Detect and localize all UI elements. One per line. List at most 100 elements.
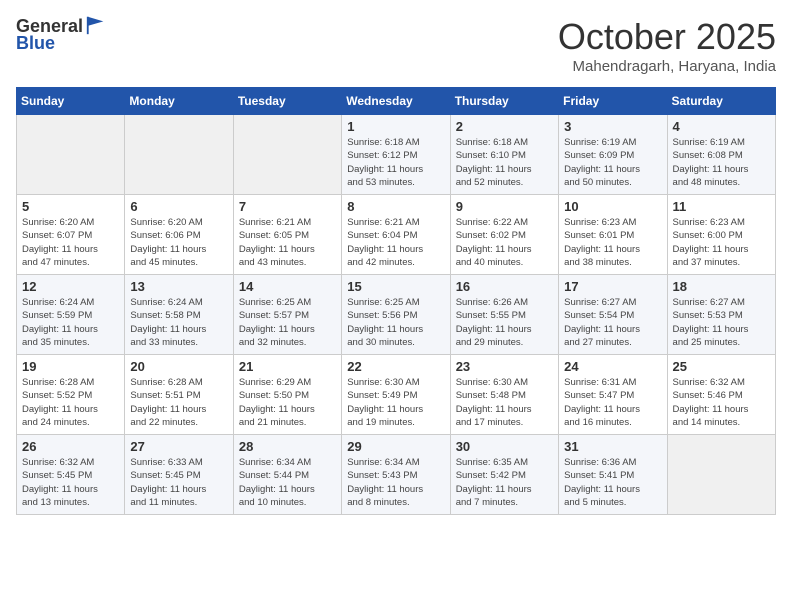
day-info: Sunrise: 6:25 AMSunset: 5:57 PMDaylight:…: [239, 296, 336, 349]
calendar-day-cell: 11 Sunrise: 6:23 AMSunset: 6:00 PMDayligh…: [667, 195, 775, 275]
weekday-header-cell: Wednesday: [342, 88, 450, 115]
calendar-day-cell: 27 Sunrise: 6:33 AMSunset: 5:45 PMDayligh…: [125, 435, 233, 515]
calendar-day-cell: 8 Sunrise: 6:21 AMSunset: 6:04 PMDaylight…: [342, 195, 450, 275]
day-number: 8: [347, 199, 444, 214]
day-info: Sunrise: 6:24 AMSunset: 5:58 PMDaylight:…: [130, 296, 227, 349]
calendar-day-cell: 6Sunrise: 6:20 AMSunset: 6:06 PMDaylight…: [125, 195, 233, 275]
day-info: Sunrise: 6:21 AMSunset: 6:04 PMDaylight:…: [347, 216, 444, 269]
weekday-header-cell: Saturday: [667, 88, 775, 115]
day-number: 28: [239, 439, 336, 454]
day-number: 3: [564, 119, 661, 134]
day-number: 9: [456, 199, 553, 214]
weekday-header-row: SundayMondayTuesdayWednesdayThursdayFrid…: [17, 88, 776, 115]
day-info: Sunrise: 6:23 AMSunset: 6:00 PMDaylight:…: [673, 216, 770, 269]
day-info: Sunrise: 6:23 AMSunset: 6:01 PMDaylight:…: [564, 216, 661, 269]
day-info: Sunrise: 6:26 AMSunset: 5:55 PMDaylight:…: [456, 296, 553, 349]
month-title: October 2025: [558, 16, 776, 58]
day-number: 1: [347, 119, 444, 134]
day-info: Sunrise: 6:18 AMSunset: 6:12 PMDaylight:…: [347, 136, 444, 189]
calendar-day-cell: 4 Sunrise: 6:19 AMSunset: 6:08 PMDaylight…: [667, 115, 775, 195]
day-number: 2: [456, 119, 553, 134]
day-info: Sunrise: 6:30 AMSunset: 5:48 PMDaylight:…: [456, 376, 553, 429]
day-info: Sunrise: 6:19 AMSunset: 6:09 PMDaylight:…: [564, 136, 661, 189]
day-number: 11: [673, 199, 770, 214]
day-info: Sunrise: 6:33 AMSunset: 5:45 PMDaylight:…: [130, 456, 227, 509]
calendar-day-cell: 1 Sunrise: 6:18 AMSunset: 6:12 PMDaylight…: [342, 115, 450, 195]
day-info: Sunrise: 6:21 AMSunset: 6:05 PMDaylight:…: [239, 216, 336, 269]
calendar-day-cell: 24 Sunrise: 6:31 AMSunset: 5:47 PMDayligh…: [559, 355, 667, 435]
day-number: 29: [347, 439, 444, 454]
day-number: 19: [22, 359, 119, 374]
weekday-header-cell: Monday: [125, 88, 233, 115]
calendar-day-cell: 26 Sunrise: 6:32 AMSunset: 5:45 PMDayligh…: [17, 435, 125, 515]
calendar-day-cell: 15Sunrise: 6:25 AMSunset: 5:56 PMDayligh…: [342, 275, 450, 355]
day-info: Sunrise: 6:31 AMSunset: 5:47 PMDaylight:…: [564, 376, 661, 429]
day-number: 7: [239, 199, 336, 214]
calendar-day-cell: 7 Sunrise: 6:21 AMSunset: 6:05 PMDaylight…: [233, 195, 341, 275]
calendar-day-cell: [17, 115, 125, 195]
calendar-day-cell: 2 Sunrise: 6:18 AMSunset: 6:10 PMDaylight…: [450, 115, 558, 195]
calendar-day-cell: 5 Sunrise: 6:20 AMSunset: 6:07 PMDaylight…: [17, 195, 125, 275]
day-info: Sunrise: 6:36 AMSunset: 5:41 PMDaylight:…: [564, 456, 661, 509]
calendar-day-cell: 13 Sunrise: 6:24 AMSunset: 5:58 PMDayligh…: [125, 275, 233, 355]
title-block: October 2025 Mahendragarh, Haryana, Indi…: [558, 16, 776, 75]
calendar-day-cell: [125, 115, 233, 195]
day-number: 31: [564, 439, 661, 454]
calendar-week-row: 5 Sunrise: 6:20 AMSunset: 6:07 PMDaylight…: [17, 195, 776, 275]
day-number: 25: [673, 359, 770, 374]
day-number: 23: [456, 359, 553, 374]
calendar-day-cell: 30 Sunrise: 6:35 AMSunset: 5:42 PMDayligh…: [450, 435, 558, 515]
day-info: Sunrise: 6:19 AMSunset: 6:08 PMDaylight:…: [673, 136, 770, 189]
day-info: Sunrise: 6:18 AMSunset: 6:10 PMDaylight:…: [456, 136, 553, 189]
day-number: 13: [130, 279, 227, 294]
day-number: 26: [22, 439, 119, 454]
day-info: Sunrise: 6:34 AMSunset: 5:44 PMDaylight:…: [239, 456, 336, 509]
day-number: 15: [347, 279, 444, 294]
day-number: 6: [130, 199, 227, 214]
calendar-day-cell: 16 Sunrise: 6:26 AMSunset: 5:55 PMDayligh…: [450, 275, 558, 355]
day-number: 12: [22, 279, 119, 294]
day-info: Sunrise: 6:27 AMSunset: 5:53 PMDaylight:…: [673, 296, 770, 349]
day-number: 24: [564, 359, 661, 374]
calendar-day-cell: 28 Sunrise: 6:34 AMSunset: 5:44 PMDayligh…: [233, 435, 341, 515]
calendar-day-cell: 18 Sunrise: 6:27 AMSunset: 5:53 PMDayligh…: [667, 275, 775, 355]
calendar-day-cell: 17 Sunrise: 6:27 AMSunset: 5:54 PMDayligh…: [559, 275, 667, 355]
calendar-day-cell: 21Sunrise: 6:29 AMSunset: 5:50 PMDayligh…: [233, 355, 341, 435]
calendar-day-cell: 22Sunrise: 6:30 AMSunset: 5:49 PMDayligh…: [342, 355, 450, 435]
day-info: Sunrise: 6:32 AMSunset: 5:46 PMDaylight:…: [673, 376, 770, 429]
day-info: Sunrise: 6:30 AMSunset: 5:49 PMDaylight:…: [347, 376, 444, 429]
calendar-table: SundayMondayTuesdayWednesdayThursdayFrid…: [16, 87, 776, 515]
day-info: Sunrise: 6:24 AMSunset: 5:59 PMDaylight:…: [22, 296, 119, 349]
day-info: Sunrise: 6:27 AMSunset: 5:54 PMDaylight:…: [564, 296, 661, 349]
calendar-day-cell: 20Sunrise: 6:28 AMSunset: 5:51 PMDayligh…: [125, 355, 233, 435]
weekday-header-cell: Sunday: [17, 88, 125, 115]
day-number: 18: [673, 279, 770, 294]
day-number: 4: [673, 119, 770, 134]
day-number: 16: [456, 279, 553, 294]
day-number: 10: [564, 199, 661, 214]
calendar-day-cell: 19 Sunrise: 6:28 AMSunset: 5:52 PMDayligh…: [17, 355, 125, 435]
day-number: 30: [456, 439, 553, 454]
calendar-day-cell: 31 Sunrise: 6:36 AMSunset: 5:41 PMDayligh…: [559, 435, 667, 515]
calendar-day-cell: 9 Sunrise: 6:22 AMSunset: 6:02 PMDaylight…: [450, 195, 558, 275]
day-info: Sunrise: 6:32 AMSunset: 5:45 PMDaylight:…: [22, 456, 119, 509]
day-number: 27: [130, 439, 227, 454]
logo-flag-icon: [85, 14, 107, 36]
location: Mahendragarh, Haryana, India: [558, 58, 776, 75]
weekday-header-cell: Thursday: [450, 88, 558, 115]
calendar-day-cell: [667, 435, 775, 515]
day-info: Sunrise: 6:29 AMSunset: 5:50 PMDaylight:…: [239, 376, 336, 429]
day-info: Sunrise: 6:28 AMSunset: 5:52 PMDaylight:…: [22, 376, 119, 429]
day-info: Sunrise: 6:22 AMSunset: 6:02 PMDaylight:…: [456, 216, 553, 269]
calendar-day-cell: 3 Sunrise: 6:19 AMSunset: 6:09 PMDaylight…: [559, 115, 667, 195]
weekday-header-cell: Friday: [559, 88, 667, 115]
day-number: 5: [22, 199, 119, 214]
day-info: Sunrise: 6:35 AMSunset: 5:42 PMDaylight:…: [456, 456, 553, 509]
logo: General Blue: [16, 16, 107, 54]
day-number: 17: [564, 279, 661, 294]
calendar-body: 1 Sunrise: 6:18 AMSunset: 6:12 PMDaylight…: [17, 115, 776, 515]
calendar-day-cell: 12 Sunrise: 6:24 AMSunset: 5:59 PMDayligh…: [17, 275, 125, 355]
day-info: Sunrise: 6:20 AMSunset: 6:07 PMDaylight:…: [22, 216, 119, 269]
calendar-week-row: 1 Sunrise: 6:18 AMSunset: 6:12 PMDaylight…: [17, 115, 776, 195]
weekday-header-cell: Tuesday: [233, 88, 341, 115]
